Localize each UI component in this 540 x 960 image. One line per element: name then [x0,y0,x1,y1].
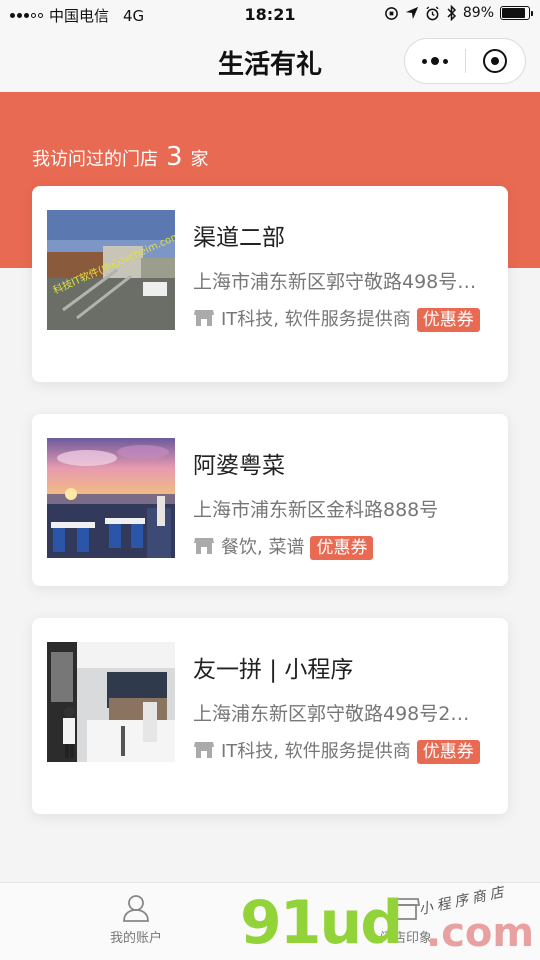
watermark-logo: 91ud [240,888,403,958]
store-category: 餐饮, 菜谱 优惠券 [193,534,494,562]
store-name: 阿婆粤菜 [193,453,285,479]
tab-label: 我的账户 [109,931,162,946]
tab-my-account[interactable]: 我的账户 [76,893,196,946]
store-image: 科技IT软件(中心)vcheim.com [47,210,175,330]
battery-level [502,8,526,18]
store-address: 上海市浦东新区郭守敬路498号… [193,271,477,293]
shop-icon [194,742,214,758]
store-image [47,642,175,762]
miniprogram-capsule [404,38,526,84]
store-card[interactable]: 科技IT软件(中心)vcheim.com 渠道二部 上海市浦东新区郭守敬路498… [32,186,508,382]
rotation-lock-icon [385,6,398,20]
visited-suffix: 家 [190,149,209,170]
store-info: 友一拼 | 小程序 上海浦东新区郭守敬路498号2… IT科技, 软件服务提供商… [193,654,494,766]
category-text: IT科技, 软件服务提供商 [221,741,411,762]
store-category: IT科技, 软件服务提供商 优惠券 [193,738,494,766]
category-text: 餐饮, 菜谱 [221,537,305,558]
bluetooth-icon [447,5,456,21]
shop-icon [194,538,214,554]
store-category: IT科技, 软件服务提供商 优惠券 [193,306,494,334]
visited-count: 3 [166,142,183,172]
status-bar: 中国电信 4G 18:21 89% [0,0,540,32]
store-address: 上海市浦东新区金科路888号 [193,499,439,521]
location-icon [405,6,418,20]
category-text: IT科技, 软件服务提供商 [221,309,411,330]
store-name: 友一拼 | 小程序 [193,657,354,683]
alarm-icon [426,5,439,20]
store-name: 渠道二部 [193,225,285,251]
close-target-icon [483,49,508,73]
store-info: 阿婆粤菜 上海市浦东新区金科路888号 餐饮, 菜谱 优惠券 [193,450,494,562]
store-card[interactable]: 友一拼 | 小程序 上海浦东新区郭守敬路498号2… IT科技, 软件服务提供商… [32,618,508,814]
store-info: 渠道二部 上海市浦东新区郭守敬路498号… IT科技, 软件服务提供商 优惠券 [193,222,494,334]
user-icon [123,895,149,922]
coupon-badge[interactable]: 优惠券 [416,740,480,764]
nav-bar: 生活有礼 [0,32,540,92]
close-miniprogram-button[interactable] [466,39,526,83]
more-button[interactable] [405,39,465,83]
status-right: 89% [384,5,533,21]
shop-icon [194,310,214,326]
battery-percent: 89% [462,5,494,21]
watermark-tld: .com [426,910,535,956]
store-image [47,438,175,558]
watermark: 91ud .com 小程序商店 [240,884,534,960]
coupon-badge[interactable]: 优惠券 [310,536,374,560]
store-address: 上海浦东新区郭守敬路498号2… [193,703,470,725]
battery-icon [500,6,533,20]
more-icon [421,57,448,65]
visited-prefix: 我访问过的门店 [32,149,158,170]
store-card[interactable]: 阿婆粤菜 上海市浦东新区金科路888号 餐饮, 菜谱 优惠券 [32,414,508,586]
coupon-badge[interactable]: 优惠券 [416,308,480,332]
visited-summary: 我访问过的门店 3 家 [32,142,209,172]
